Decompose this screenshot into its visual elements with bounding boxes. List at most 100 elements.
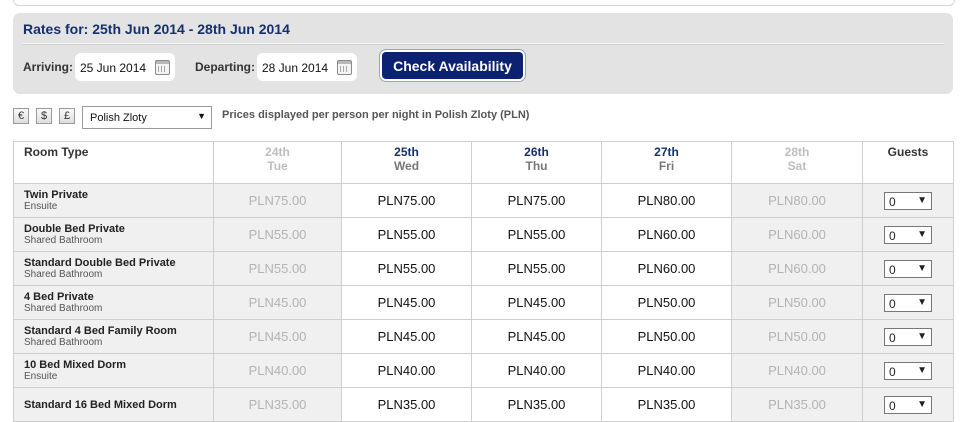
price-cell: PLN40.00 bbox=[471, 353, 602, 388]
guests-value: 0 bbox=[889, 262, 896, 277]
day-header: 26th Thu bbox=[471, 141, 602, 184]
arriving-date-field[interactable]: 25 Jun 2014 bbox=[75, 53, 175, 81]
price-cell: PLN35.00 bbox=[471, 387, 602, 422]
departing-date-field[interactable]: 28 Jun 2014 bbox=[257, 53, 357, 81]
guests-select[interactable]: 0 ▼ bbox=[884, 327, 932, 346]
room-name: 4 Bed Private bbox=[24, 290, 94, 303]
currency-select-value: Polish Zloty bbox=[90, 112, 147, 124]
day-date: 28th bbox=[784, 145, 810, 159]
day-date: 24th bbox=[265, 145, 290, 159]
currency-dollar-button[interactable]: $ bbox=[36, 108, 52, 124]
price-cell: PLN60.00 bbox=[731, 217, 863, 252]
price-cell: PLN55.00 bbox=[471, 217, 602, 252]
day-date: 26th bbox=[524, 145, 549, 159]
guests-value: 0 bbox=[889, 398, 896, 413]
price-cell: PLN35.00 bbox=[601, 387, 732, 422]
room-name: Twin Private bbox=[24, 188, 88, 201]
chevron-down-icon: ▼ bbox=[917, 194, 927, 206]
price-cell: PLN45.00 bbox=[341, 285, 472, 320]
calendar-icon[interactable] bbox=[155, 60, 170, 75]
room-name: Double Bed Private bbox=[24, 222, 125, 235]
currency-euro-button[interactable]: € bbox=[13, 108, 29, 124]
guests-cell: 0 ▼ bbox=[862, 183, 954, 218]
price-cell: PLN55.00 bbox=[213, 217, 342, 252]
price-cell: PLN50.00 bbox=[731, 285, 863, 320]
day-weekday: Tue bbox=[267, 159, 288, 173]
guests-cell: 0 ▼ bbox=[862, 387, 954, 422]
arriving-date-value: 25 Jun 2014 bbox=[80, 61, 147, 75]
chevron-down-icon: ▼ bbox=[917, 296, 927, 308]
prices-note: Prices displayed per person per night in… bbox=[222, 109, 530, 121]
guests-cell: 0 ▼ bbox=[862, 217, 954, 252]
room-bathroom: Ensuite bbox=[24, 370, 58, 382]
guests-select[interactable]: 0 ▼ bbox=[884, 191, 932, 210]
day-weekday: Thu bbox=[525, 159, 548, 173]
room-type-cell: 10 Bed Mixed Dorm Ensuite bbox=[13, 353, 214, 388]
currency-pound-button[interactable]: £ bbox=[59, 108, 75, 124]
price-cell: PLN45.00 bbox=[213, 319, 342, 354]
price-cell: PLN60.00 bbox=[731, 251, 863, 286]
price-cell: PLN75.00 bbox=[213, 183, 342, 218]
room-type-cell: Standard 4 Bed Family Room Shared Bathroo… bbox=[13, 319, 214, 354]
price-cell: PLN50.00 bbox=[601, 285, 732, 320]
guests-select[interactable]: 0 ▼ bbox=[884, 361, 932, 380]
chevron-down-icon: ▼ bbox=[917, 398, 927, 410]
room-name: Standard 4 Bed Family Room bbox=[24, 324, 177, 337]
guests-value: 0 bbox=[889, 194, 896, 209]
price-cell: PLN40.00 bbox=[731, 353, 863, 388]
room-type-header: Room Type bbox=[13, 141, 214, 184]
room-type-cell: Twin Private Ensuite bbox=[13, 183, 214, 218]
price-cell: PLN75.00 bbox=[341, 183, 472, 218]
day-weekday: Sat bbox=[787, 159, 807, 173]
room-bathroom: Ensuite bbox=[24, 200, 58, 212]
price-cell: PLN40.00 bbox=[601, 353, 732, 388]
guests-value: 0 bbox=[889, 330, 896, 345]
day-header: 28th Sat bbox=[731, 141, 863, 184]
arriving-label: Arriving: bbox=[23, 60, 74, 74]
price-cell: PLN55.00 bbox=[471, 251, 602, 286]
room-type-cell: Standard Double Bed Private Shared Bathro… bbox=[13, 251, 214, 286]
currency-select[interactable]: Polish Zloty ▼ bbox=[82, 106, 212, 129]
table-row: 10 Bed Mixed Dorm Ensuite PLN40.00 PLN40.00… bbox=[13, 353, 954, 388]
rates-panel: Rates for: 25th Jun 2014 - 28th Jun 2014… bbox=[13, 13, 953, 94]
guests-select[interactable]: 0 ▼ bbox=[884, 395, 932, 414]
guests-header: Guests bbox=[862, 141, 954, 184]
room-name: Standard 16 Bed Mixed Dorm bbox=[24, 398, 177, 411]
day-weekday: Fri bbox=[658, 159, 675, 173]
price-cell: PLN50.00 bbox=[731, 319, 863, 354]
table-row: Twin Private Ensuite PLN75.00 PLN75.00 PLN75… bbox=[13, 183, 954, 218]
price-cell: PLN55.00 bbox=[341, 217, 472, 252]
room-bathroom: Shared Bathroom bbox=[24, 302, 103, 314]
chevron-down-icon: ▼ bbox=[917, 228, 927, 240]
guests-cell: 0 ▼ bbox=[862, 251, 954, 286]
chevron-down-icon: ▼ bbox=[197, 111, 206, 121]
table-row: Standard 4 Bed Family Room Shared Bathroo… bbox=[13, 319, 954, 354]
room-type-cell: Double Bed Private Shared Bathroom bbox=[13, 217, 214, 252]
price-cell: PLN80.00 bbox=[601, 183, 732, 218]
price-cell: PLN35.00 bbox=[213, 387, 342, 422]
departing-label: Departing: bbox=[195, 60, 255, 74]
price-cell: PLN55.00 bbox=[213, 251, 342, 286]
price-cell: PLN55.00 bbox=[341, 251, 472, 286]
divider bbox=[22, 43, 944, 45]
rates-table: Room Type 24th Tue 25th Wed 26th Thu 27th Fr… bbox=[13, 141, 954, 422]
check-availability-button[interactable]: Check Availability bbox=[382, 52, 523, 79]
top-panel-edge bbox=[13, 0, 955, 6]
guests-value: 0 bbox=[889, 364, 896, 379]
chevron-down-icon: ▼ bbox=[917, 364, 927, 376]
header-row: Room Type 24th Tue 25th Wed 26th Thu 27th Fr… bbox=[13, 141, 954, 184]
price-cell: PLN45.00 bbox=[471, 285, 602, 320]
guests-select[interactable]: 0 ▼ bbox=[884, 259, 932, 278]
room-name: 10 Bed Mixed Dorm bbox=[24, 358, 127, 371]
guests-select[interactable]: 0 ▼ bbox=[884, 225, 932, 244]
chevron-down-icon: ▼ bbox=[917, 330, 927, 342]
day-header: 25th Wed bbox=[341, 141, 472, 184]
table-row: Standard Double Bed Private Shared Bathro… bbox=[13, 251, 954, 286]
price-cell: PLN40.00 bbox=[213, 353, 342, 388]
price-cell: PLN60.00 bbox=[601, 217, 732, 252]
calendar-icon[interactable] bbox=[337, 60, 352, 75]
room-bathroom: Shared Bathroom bbox=[24, 234, 103, 246]
table-row: Standard 16 Bed Mixed Dorm PLN35.00 PLN35.… bbox=[13, 387, 954, 422]
table-row: Double Bed Private Shared Bathroom PLN55.0… bbox=[13, 217, 954, 252]
guests-select[interactable]: 0 ▼ bbox=[884, 293, 932, 312]
